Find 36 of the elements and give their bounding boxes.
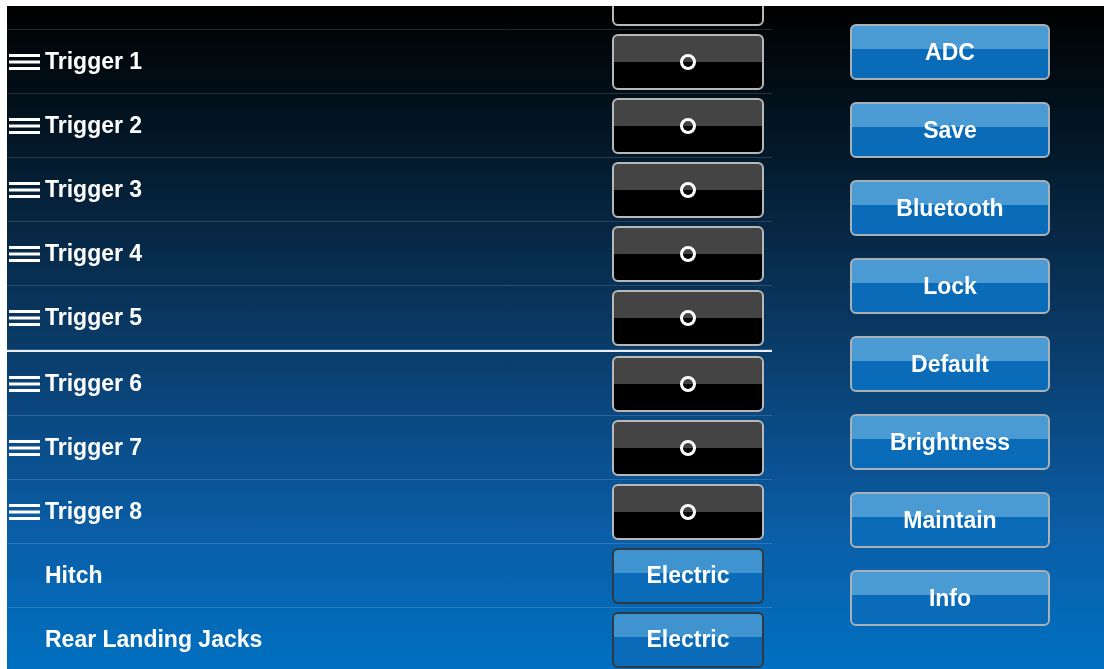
row-label: Hitch bbox=[45, 561, 103, 591]
row-label: Trigger 8 bbox=[45, 497, 143, 527]
row-label: Trigger 4 bbox=[45, 239, 143, 269]
menu-button[interactable]: Brightness bbox=[850, 414, 1050, 470]
row-label: Trigger 2 bbox=[45, 111, 143, 141]
drag-handle-icon[interactable] bbox=[9, 180, 40, 199]
option-button[interactable]: Electric bbox=[612, 611, 764, 668]
drag-handle-icon[interactable] bbox=[9, 502, 40, 521]
menu-button[interactable]: Default bbox=[850, 336, 1050, 392]
toggle-switch[interactable] bbox=[612, 355, 764, 412]
drag-handle-icon[interactable] bbox=[9, 116, 40, 135]
menu-button[interactable]: Save bbox=[850, 102, 1050, 158]
toggle-switch[interactable] bbox=[612, 225, 764, 282]
row-label: Rear Landing Jacks bbox=[45, 625, 263, 655]
menu-button[interactable]: ADC bbox=[850, 24, 1050, 80]
menu-button[interactable]: Lock bbox=[850, 258, 1050, 314]
toggle-switch[interactable] bbox=[612, 289, 764, 346]
option-button[interactable]: Electric bbox=[612, 547, 764, 604]
menu-button[interactable]: Bluetooth bbox=[850, 180, 1050, 236]
drag-handle-icon[interactable] bbox=[9, 244, 40, 263]
toggle-switch[interactable] bbox=[612, 419, 764, 476]
drag-handle-icon[interactable] bbox=[9, 308, 40, 327]
drag-handle-icon[interactable] bbox=[9, 374, 40, 393]
drag-handle-icon[interactable] bbox=[9, 438, 40, 457]
toggle-switch[interactable] bbox=[612, 483, 764, 540]
menu-button[interactable]: Info bbox=[850, 570, 1050, 626]
row-label: Trigger 6 bbox=[45, 369, 143, 399]
menu-button[interactable]: Maintain bbox=[850, 492, 1050, 548]
row-label: Trigger 5 bbox=[45, 303, 143, 333]
toggle-switch[interactable] bbox=[612, 33, 764, 90]
row-label: Trigger 7 bbox=[45, 433, 143, 463]
drag-handle-icon[interactable] bbox=[9, 52, 40, 71]
toggle-switch[interactable] bbox=[612, 161, 764, 218]
toggle-switch[interactable] bbox=[612, 97, 764, 154]
row-label: Trigger 1 bbox=[45, 47, 143, 77]
row-label: Trigger 3 bbox=[45, 175, 143, 205]
